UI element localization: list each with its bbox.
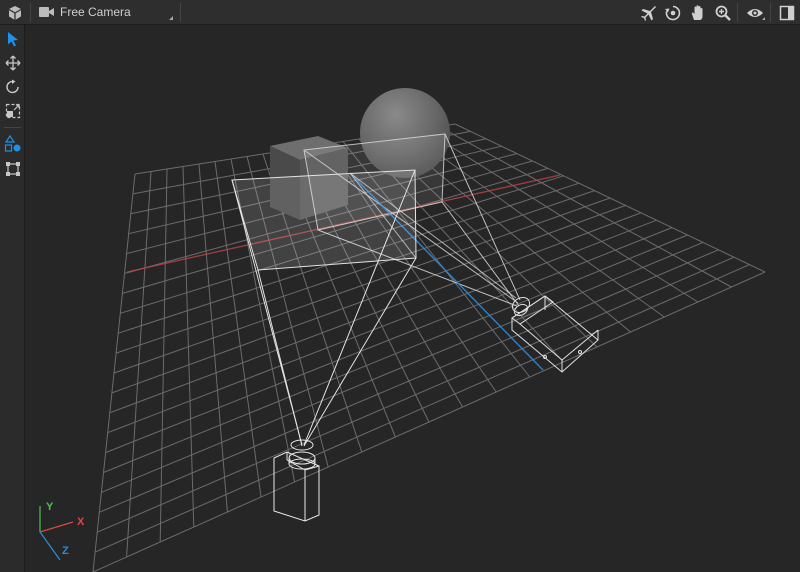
camera-select[interactable]: Free Camera (36, 2, 176, 23)
cube-icon[interactable] (5, 3, 25, 22)
shapes-icon (4, 134, 20, 152)
pan-hand-icon[interactable] (688, 3, 708, 22)
grid-line (94, 264, 750, 553)
panel-toggle-icon[interactable] (777, 3, 797, 22)
left-toolbar (0, 25, 25, 572)
video-camera-icon (38, 5, 55, 24)
transform-box-icon (5, 161, 20, 176)
3d-viewport[interactable]: Y X Z (25, 25, 800, 572)
rotate-icon (5, 79, 19, 93)
grid-line (92, 271, 766, 572)
scale-tool[interactable] (3, 101, 22, 120)
left-camera-body[interactable] (273, 439, 320, 522)
grid-line (454, 123, 766, 273)
transform-box-tool[interactable] (3, 159, 22, 178)
rotate-tool[interactable] (3, 77, 22, 96)
move-tool[interactable] (3, 53, 22, 72)
select-tool[interactable] (3, 29, 22, 48)
dropdown-corner-icon (169, 16, 173, 20)
grid-line (99, 249, 719, 513)
select-arrow-icon (7, 31, 18, 46)
scale-icon (5, 103, 20, 118)
eye-dropdown-corner-icon (762, 17, 765, 20)
orientation-gizmo: Y X Z (39, 501, 85, 561)
left-camera-frustum (231, 169, 517, 447)
camera-select-label: Free Camera (60, 5, 131, 19)
top-toolbar: Free Camera (0, 0, 800, 25)
grid-line (97, 256, 735, 533)
grid-line (438, 126, 732, 288)
gizmo-z-label: Z (62, 545, 69, 557)
gizmo-y-label: Y (46, 501, 54, 513)
move-arrows-icon (5, 55, 20, 70)
zoom-icon[interactable] (713, 3, 733, 22)
fly-icon[interactable] (638, 3, 658, 22)
gizmo-x-label: X (77, 516, 85, 528)
orbit-icon[interactable] (663, 3, 683, 22)
shapes-tool[interactable] (3, 134, 22, 153)
grid-line (422, 128, 699, 303)
